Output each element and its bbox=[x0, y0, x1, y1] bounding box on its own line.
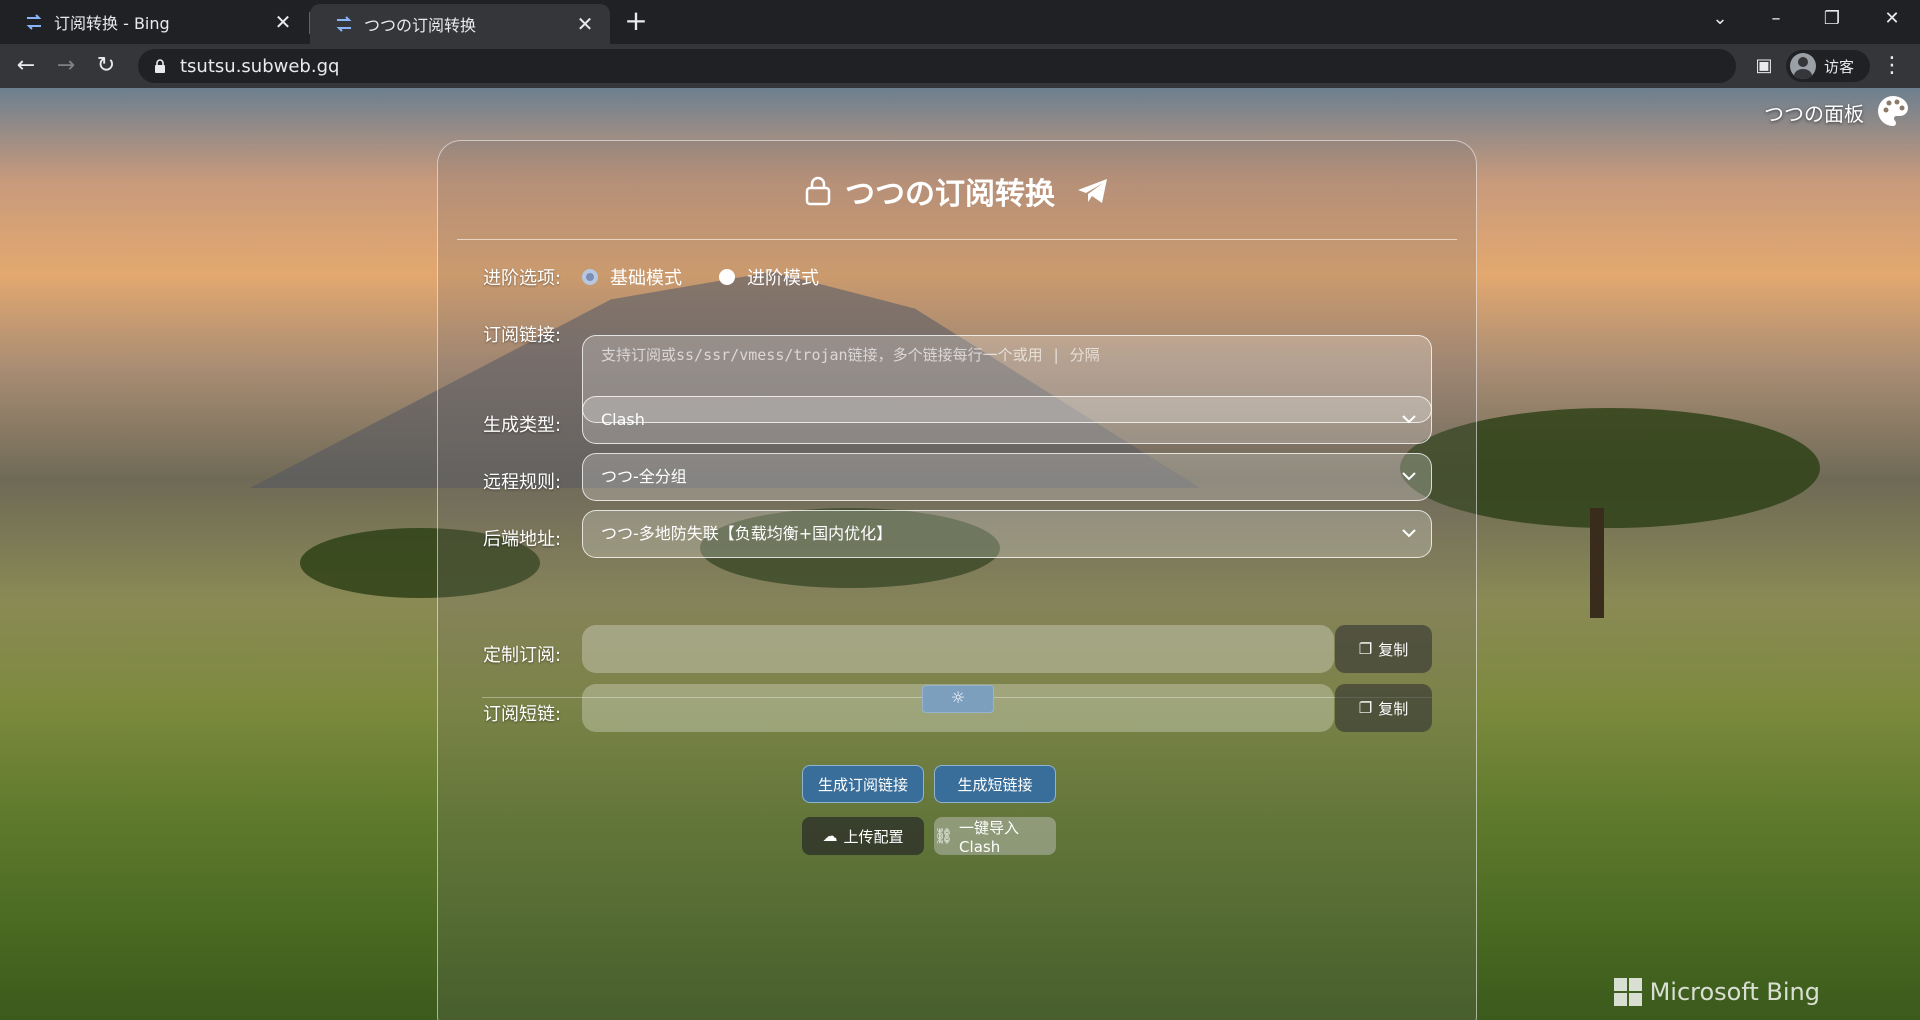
backend-address-value: つつ-多地防失联【负载均衡+国内优化】 bbox=[601, 524, 893, 543]
target-type-label: 生成类型: bbox=[483, 415, 562, 436]
radio-label: 基础模式 bbox=[610, 268, 682, 289]
import-clash-button[interactable]: ⛓ 一键导入Clash bbox=[934, 817, 1056, 856]
panel-link[interactable]: つつの面板 bbox=[1764, 98, 1864, 127]
profile-label: 访客 bbox=[1824, 57, 1855, 76]
short-link-output[interactable] bbox=[582, 684, 1334, 732]
sync-icon bbox=[336, 16, 352, 32]
radio-label: 进阶模式 bbox=[747, 268, 819, 289]
custom-subscription-label: 定制订阅: bbox=[483, 645, 562, 666]
restore-icon[interactable]: ❐ bbox=[1804, 0, 1860, 40]
side-panel-icon[interactable]: ▣ bbox=[1748, 50, 1780, 82]
lock-icon bbox=[155, 59, 165, 73]
chevron-down-icon bbox=[1402, 472, 1416, 481]
button-label: 生成订阅链接 bbox=[817, 775, 908, 794]
title-divider bbox=[457, 239, 1457, 240]
converter-card: つつの订阅转换 进阶选项: 基础模式 进阶模式 订阅链接: 支持订阅或ss/ss… bbox=[437, 140, 1477, 1020]
forward-icon[interactable]: → bbox=[50, 50, 82, 82]
radio-indicator bbox=[719, 269, 735, 285]
button-label: 一键导入Clash bbox=[959, 818, 1020, 856]
target-type-select[interactable]: Clash bbox=[582, 396, 1432, 444]
close-window-icon[interactable]: ✕ bbox=[1864, 0, 1920, 40]
close-tab-icon[interactable]: ✕ bbox=[574, 13, 596, 35]
url-text: tsutsu.subweb.gq bbox=[180, 55, 340, 77]
new-tab-icon[interactable]: + bbox=[622, 7, 650, 36]
backend-address-select[interactable]: つつ-多地防失联【负载均衡+国内优化】 bbox=[582, 510, 1432, 558]
menu-icon[interactable]: ⋮ bbox=[1876, 50, 1908, 82]
remote-rules-select[interactable]: つつ-全分组 bbox=[582, 453, 1432, 501]
address-bar[interactable]: tsutsu.subweb.gq bbox=[138, 49, 1736, 83]
profile-button[interactable]: 访客 bbox=[1786, 50, 1870, 82]
browser-toolbar: ← → ↻ tsutsu.subweb.gq ▣ 访客 ⋮ bbox=[0, 44, 1920, 88]
generate-short-link-button[interactable]: 生成短链接 bbox=[934, 765, 1056, 803]
bing-watermark: Microsoft Bing bbox=[1613, 978, 1820, 1006]
copy-short-link-button[interactable]: ❐ 复制 bbox=[1335, 684, 1432, 732]
reload-icon[interactable]: ↻ bbox=[90, 50, 122, 82]
avatar-icon bbox=[1790, 53, 1816, 79]
radio-advanced-mode[interactable]: 进阶模式 bbox=[719, 264, 819, 290]
close-tab-icon[interactable]: ✕ bbox=[272, 11, 294, 33]
upload-config-button[interactable]: ☁ 上传配置 bbox=[802, 817, 924, 855]
tab-title: 订阅转换 - Bing bbox=[54, 14, 170, 33]
target-type-value: Clash bbox=[601, 410, 645, 429]
page-background: つつの面板 つつの订阅转换 进阶选项: 基础模式 进阶模式 订阅链接: 支持订阅… bbox=[0, 88, 1920, 1020]
backend-address-label: 后端地址: bbox=[483, 529, 562, 550]
card-title-row: つつの订阅转换 bbox=[438, 169, 1476, 213]
windows-logo-icon bbox=[1613, 978, 1642, 1006]
minimize-icon[interactable]: – bbox=[1748, 0, 1804, 40]
background-tree-trunk bbox=[1590, 508, 1604, 618]
copy-label: 复制 bbox=[1378, 699, 1409, 718]
link-icon: ⛓ bbox=[934, 827, 954, 845]
page-title: つつの订阅转换 bbox=[845, 177, 1055, 212]
tab-search-icon[interactable]: ⌄ bbox=[1692, 0, 1748, 40]
copy-icon: ❐ bbox=[1358, 640, 1373, 658]
back-icon[interactable]: ← bbox=[10, 50, 42, 82]
tab-subconverter[interactable]: つつの订阅转换 ✕ bbox=[310, 4, 610, 44]
browser-tabstrip: 订阅转换 - Bing ✕ つつの订阅转换 ✕ + ⌄ – ❐ ✕ bbox=[0, 0, 1920, 44]
generate-subscription-button[interactable]: 生成订阅链接 bbox=[802, 765, 924, 803]
lock-icon bbox=[805, 176, 831, 206]
copy-custom-subscription-button[interactable]: ❐ 复制 bbox=[1335, 625, 1432, 673]
radio-basic-mode[interactable]: 基础模式 bbox=[582, 264, 682, 290]
sync-icon bbox=[26, 14, 42, 30]
button-label: 生成短链接 bbox=[957, 775, 1033, 794]
palette-icon[interactable] bbox=[1876, 94, 1910, 128]
custom-subscription-output[interactable] bbox=[582, 625, 1334, 673]
short-link-label: 订阅短链: bbox=[483, 704, 562, 725]
copy-icon: ❐ bbox=[1358, 699, 1373, 717]
tab-bing[interactable]: 订阅转换 - Bing ✕ bbox=[0, 0, 308, 44]
radio-indicator bbox=[582, 269, 598, 285]
copy-label: 复制 bbox=[1378, 640, 1409, 659]
telegram-icon[interactable] bbox=[1077, 178, 1109, 204]
chevron-down-icon bbox=[1402, 529, 1416, 538]
chevron-down-icon bbox=[1402, 415, 1416, 424]
button-label: 上传配置 bbox=[843, 827, 904, 846]
remote-rules-value: つつ-全分组 bbox=[601, 467, 687, 486]
cloud-upload-icon: ☁ bbox=[822, 827, 838, 845]
remote-rules-label: 远程规则: bbox=[483, 472, 562, 493]
watermark-text: Microsoft Bing bbox=[1649, 978, 1820, 1006]
advanced-options-label: 进阶选项: bbox=[483, 268, 562, 289]
tab-title: つつの订阅转换 bbox=[364, 16, 477, 35]
subscription-link-label: 订阅链接: bbox=[483, 325, 562, 346]
